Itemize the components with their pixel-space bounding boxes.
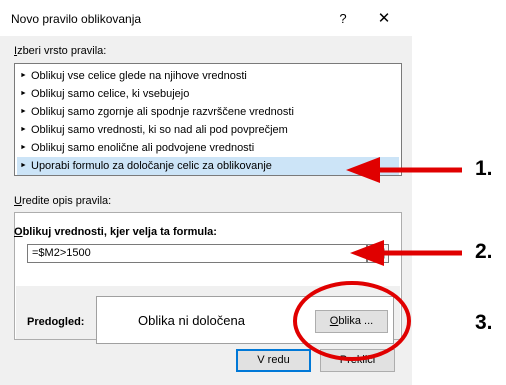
arrow-1 — [346, 157, 462, 183]
highlight-circle — [293, 281, 411, 361]
arrow-2 — [350, 240, 462, 266]
annotation-number-2: 2. — [475, 240, 493, 263]
annotation-number-1: 1. — [475, 157, 493, 180]
annotation-overlay — [293, 157, 462, 361]
annotation-number-3: 3. — [475, 311, 493, 334]
